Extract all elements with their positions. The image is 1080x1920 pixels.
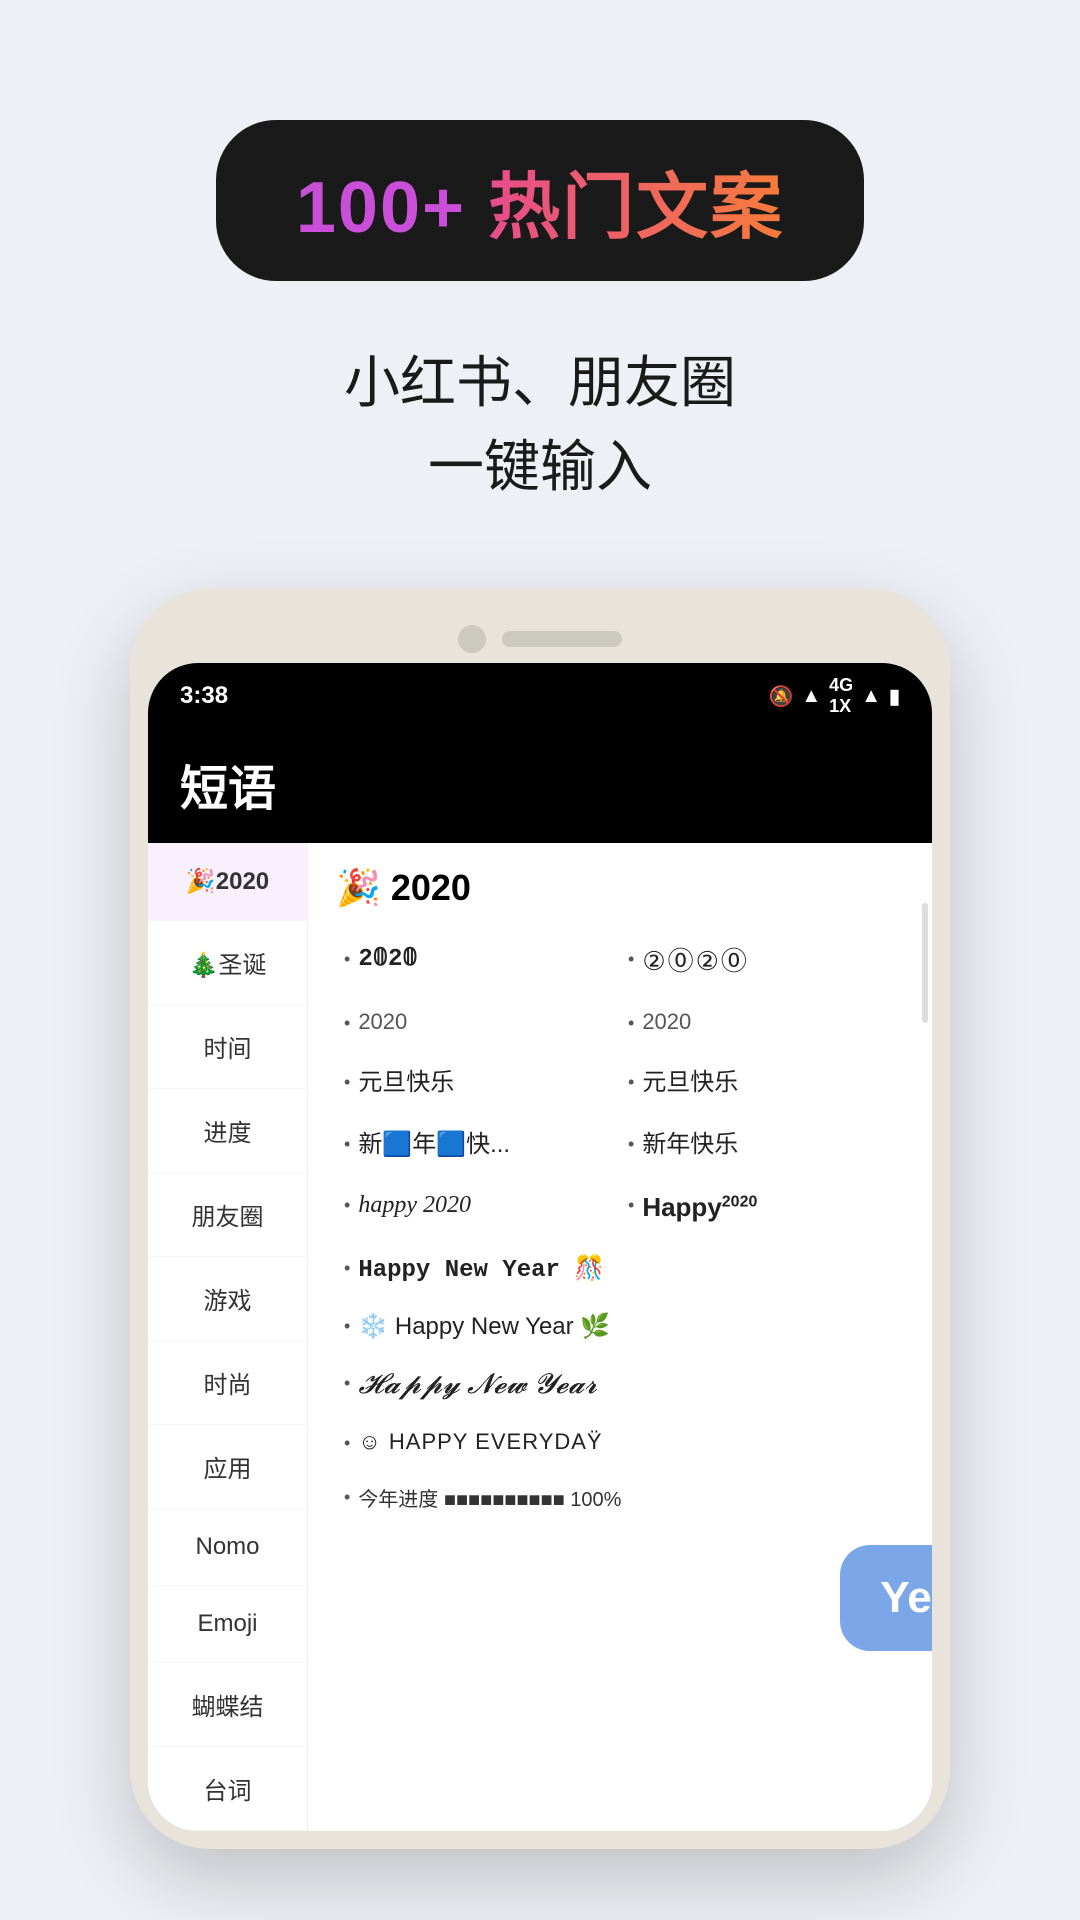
badge-num: 100+ (296, 168, 466, 248)
badge-cn: 热门文案 (488, 168, 784, 248)
status-bar: 3:38 🔕 ▲ 4G1X ▲ ▮ (148, 663, 932, 729)
sidebar: 🎉2020 🎄圣诞 时间 进度 朋友圈 游戏 时尚 应用 Nomo Emoji … (148, 843, 308, 1831)
list-item[interactable]: • 𝓗𝓪𝓹𝓹𝔂 𝓝𝓮𝔀 𝓨𝓮𝓪𝓻 (336, 1355, 904, 1415)
list-item[interactable]: • 新🟦年🟦快... (336, 1114, 620, 1176)
camera-circle (458, 625, 486, 653)
top-section: 100+ 热门文案 小红书、朋友圈 一键输入 (0, 0, 1080, 509)
mute-icon: 🔕 (768, 684, 793, 709)
sidebar-item-bowknot[interactable]: 蝴蝶结 (148, 1663, 307, 1747)
list-item[interactable]: • 2𝟘2𝟘 (336, 929, 620, 993)
bullet-icon: • (344, 1487, 350, 1508)
bullet-icon: • (628, 1070, 634, 1095)
app-header: 短语 (148, 729, 932, 843)
signal-text: 4G1X (829, 675, 853, 717)
subtitle-line1: 小红书、朋友圈 (344, 341, 736, 425)
sidebar-item-lines[interactable]: 台词 (148, 1747, 307, 1831)
sidebar-item-christmas[interactable]: 🎄圣诞 (148, 921, 307, 1005)
bullet-icon: • (628, 1193, 634, 1218)
sidebar-item-games[interactable]: 游戏 (148, 1257, 307, 1341)
list-item[interactable]: • 元旦快乐 (620, 1052, 904, 1114)
items-grid: • 2𝟘2𝟘 • ②⓪②⓪ • 2020 • (336, 929, 904, 1526)
item-text-hny-c: 𝓗𝓪𝓹𝓹𝔂 𝓝𝓮𝔀 𝓨𝓮𝓪𝓻 (358, 1369, 597, 1401)
item-text-happy2020-a: happy 2020 (358, 1189, 471, 1223)
app-body: 🎉2020 🎄圣诞 时间 进度 朋友圈 游戏 时尚 应用 Nomo Emoji … (148, 843, 932, 1831)
scrollbar[interactable] (922, 903, 928, 1023)
item-text-progress: 今年进度 ■■■■■■■■■■ 100% (358, 1483, 621, 1512)
section-title: 🎉 2020 (336, 867, 904, 909)
tooltip-text: Year Pr (880, 1573, 932, 1622)
sidebar-item-time[interactable]: 时间 (148, 1005, 307, 1089)
status-time: 3:38 (180, 682, 228, 710)
phone-camera-area (148, 607, 932, 663)
list-item[interactable]: • Happy New Year 🎊 (336, 1240, 904, 1298)
item-text-2020-b: ②⓪②⓪ (642, 943, 749, 979)
sidebar-item-fashion[interactable]: 时尚 (148, 1341, 307, 1425)
badge-pill: 100+ 热门文案 (216, 120, 864, 281)
bullet-icon: • (628, 947, 634, 972)
app-title: 短语 (180, 763, 276, 816)
list-item[interactable]: • 2020 (336, 993, 620, 1052)
list-item[interactable]: • ②⓪②⓪ (620, 929, 904, 993)
sidebar-item-nomo[interactable]: Nomo (148, 1509, 307, 1586)
item-text-hny-b: ❄️ Happy New Year 🌿 (358, 1312, 610, 1341)
battery-icon: ▮ (889, 684, 900, 709)
tooltip-bubble: Year Pr (840, 1545, 932, 1651)
bullet-icon: • (344, 1258, 350, 1279)
subtitle: 小红书、朋友圈 一键输入 (344, 341, 736, 509)
list-item[interactable]: • 2020 (620, 993, 904, 1052)
bullet-icon: • (344, 1011, 350, 1036)
content-area: 🎉 2020 • 2𝟘2𝟘 • ②⓪②⓪ • (308, 843, 932, 1831)
item-text-2020-a: 2𝟘2𝟘 (358, 943, 417, 977)
wifi-icon: ▲ (801, 685, 821, 708)
bullet-icon: • (344, 1070, 350, 1095)
list-item[interactable]: • 今年进度 ■■■■■■■■■■ 100% (336, 1469, 904, 1526)
badge-text: 100+ 热门文案 (296, 168, 784, 248)
list-item[interactable]: • 新年快乐 (620, 1114, 904, 1176)
status-icons: 🔕 ▲ 4G1X ▲ ▮ (768, 675, 900, 717)
bullet-icon: • (344, 1433, 350, 1454)
sidebar-item-2020[interactable]: 🎉2020 (148, 843, 307, 921)
bullet-icon: • (628, 1011, 634, 1036)
signal-bars: ▲ (861, 685, 881, 708)
sidebar-item-friends[interactable]: 朋友圈 (148, 1173, 307, 1257)
bullet-icon: • (344, 947, 350, 972)
item-text-hny-a: Happy New Year 🎊 (358, 1254, 604, 1284)
item-text-2020-c: 2020 (358, 1007, 407, 1038)
item-text-xinnian-b: 新年快乐 (642, 1128, 738, 1162)
list-item[interactable]: • 元旦快乐 (336, 1052, 620, 1114)
item-text-happy2020-b: Happy2020 (642, 1189, 757, 1225)
list-item[interactable]: • Happy2020 (620, 1175, 904, 1239)
bullet-icon: • (344, 1132, 350, 1157)
item-text-everyday: ☺ HAPPY EVERYDAŸ (358, 1429, 602, 1455)
item-text-xinnian-a: 新🟦年🟦快... (358, 1128, 510, 1162)
phone-mockup: 3:38 🔕 ▲ 4G1X ▲ ▮ 短语 🎉2020 🎄圣诞 (130, 589, 950, 1849)
sidebar-item-apps[interactable]: 应用 (148, 1425, 307, 1509)
bullet-icon: • (628, 1132, 634, 1157)
subtitle-line2: 一键输入 (344, 425, 736, 509)
item-text-2020-d: 2020 (642, 1007, 691, 1038)
speaker-bar (502, 631, 622, 647)
sidebar-item-emoji[interactable]: Emoji (148, 1586, 307, 1663)
list-item[interactable]: • ☺ HAPPY EVERYDAŸ (336, 1415, 904, 1469)
phone-outer: 3:38 🔕 ▲ 4G1X ▲ ▮ 短语 🎉2020 🎄圣诞 (130, 589, 950, 1849)
list-item[interactable]: • ❄️ Happy New Year 🌿 (336, 1298, 904, 1355)
sidebar-item-progress[interactable]: 进度 (148, 1089, 307, 1173)
phone-screen: 3:38 🔕 ▲ 4G1X ▲ ▮ 短语 🎉2020 🎄圣诞 (148, 663, 932, 1831)
bullet-icon: • (344, 1316, 350, 1337)
bullet-icon: • (344, 1193, 350, 1218)
list-item[interactable]: • happy 2020 (336, 1175, 620, 1239)
item-text-newyear-b: 元旦快乐 (642, 1066, 738, 1100)
item-text-newyear-a: 元旦快乐 (358, 1066, 454, 1100)
bullet-icon: • (344, 1373, 350, 1394)
